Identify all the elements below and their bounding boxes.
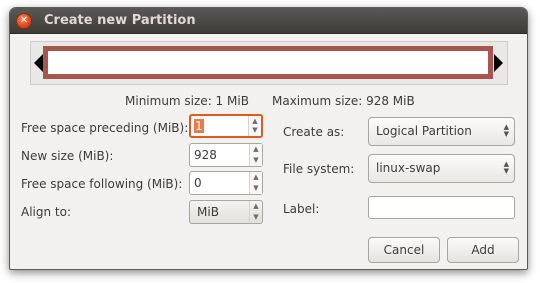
- new-size-value[interactable]: 928: [194, 148, 217, 162]
- combo-up-icon: ▲: [253, 202, 259, 210]
- spin-up-icon[interactable]: ▲: [250, 172, 262, 183]
- combo-down-icon: ▼: [503, 167, 509, 175]
- add-button[interactable]: Add: [447, 237, 519, 263]
- maximum-size-label: Maximum size: 928 MiB: [272, 94, 415, 108]
- window-title: Create new Partition: [44, 13, 196, 28]
- file-system-value: linux-swap: [376, 161, 441, 175]
- free-space-following-label: Free space following (MiB):: [21, 177, 183, 191]
- combo-arrows: ▲ ▼: [249, 201, 262, 223]
- spin-down-icon[interactable]: ▼: [250, 183, 262, 194]
- free-space-preceding-value[interactable]: 1: [194, 119, 204, 133]
- create-as-label: Create as:: [283, 125, 345, 139]
- spinner-arrows: ▲ ▼: [249, 172, 262, 194]
- title-bar: ✕ Create new Partition: [10, 8, 527, 34]
- spinner-arrows: ▲ ▼: [249, 144, 262, 166]
- align-to-label: Align to:: [21, 205, 72, 219]
- label-input[interactable]: [368, 196, 515, 219]
- new-size-label: New size (MiB):: [21, 149, 114, 163]
- align-to-combo[interactable]: MiB ▲ ▼: [189, 200, 263, 224]
- combo-down-icon: ▼: [253, 213, 259, 221]
- minimum-size-label: Minimum size: 1 MiB: [125, 94, 249, 108]
- create-as-value: Logical Partition: [376, 124, 472, 138]
- free-space-following-value[interactable]: 0: [194, 176, 202, 190]
- free-space-following-spinner[interactable]: 0 ▲ ▼: [189, 171, 263, 195]
- label-label: Label:: [283, 202, 320, 216]
- free-space-preceding-spinner[interactable]: 1 ▲ ▼: [189, 114, 263, 138]
- spin-down-icon[interactable]: ▼: [250, 155, 262, 166]
- file-system-label: File system:: [283, 162, 355, 176]
- combo-arrows-icon: ▲ ▼: [504, 124, 509, 138]
- spin-down-icon[interactable]: ▼: [249, 125, 261, 136]
- combo-down-icon: ▼: [503, 130, 509, 138]
- create-as-combo[interactable]: Logical Partition ▲ ▼: [368, 117, 515, 146]
- new-size-spinner[interactable]: 928 ▲ ▼: [189, 143, 263, 167]
- combo-arrows-icon: ▲ ▼: [504, 161, 509, 175]
- align-to-value: MiB: [197, 205, 219, 219]
- free-space-preceding-label: Free space preceding (MiB):: [21, 121, 189, 135]
- create-partition-dialog: ✕ Create new Partition Minimum size: 1 M…: [9, 7, 528, 270]
- file-system-combo[interactable]: linux-swap ▲ ▼: [368, 154, 515, 183]
- spin-up-icon[interactable]: ▲: [250, 144, 262, 155]
- spinner-arrows: ▲ ▼: [248, 116, 261, 136]
- partition-block[interactable]: [43, 46, 493, 79]
- cancel-button[interactable]: Cancel: [368, 237, 440, 263]
- resize-right-handle-icon[interactable]: [494, 54, 503, 72]
- resize-left-handle-icon[interactable]: [34, 54, 43, 72]
- close-icon[interactable]: ✕: [16, 13, 32, 29]
